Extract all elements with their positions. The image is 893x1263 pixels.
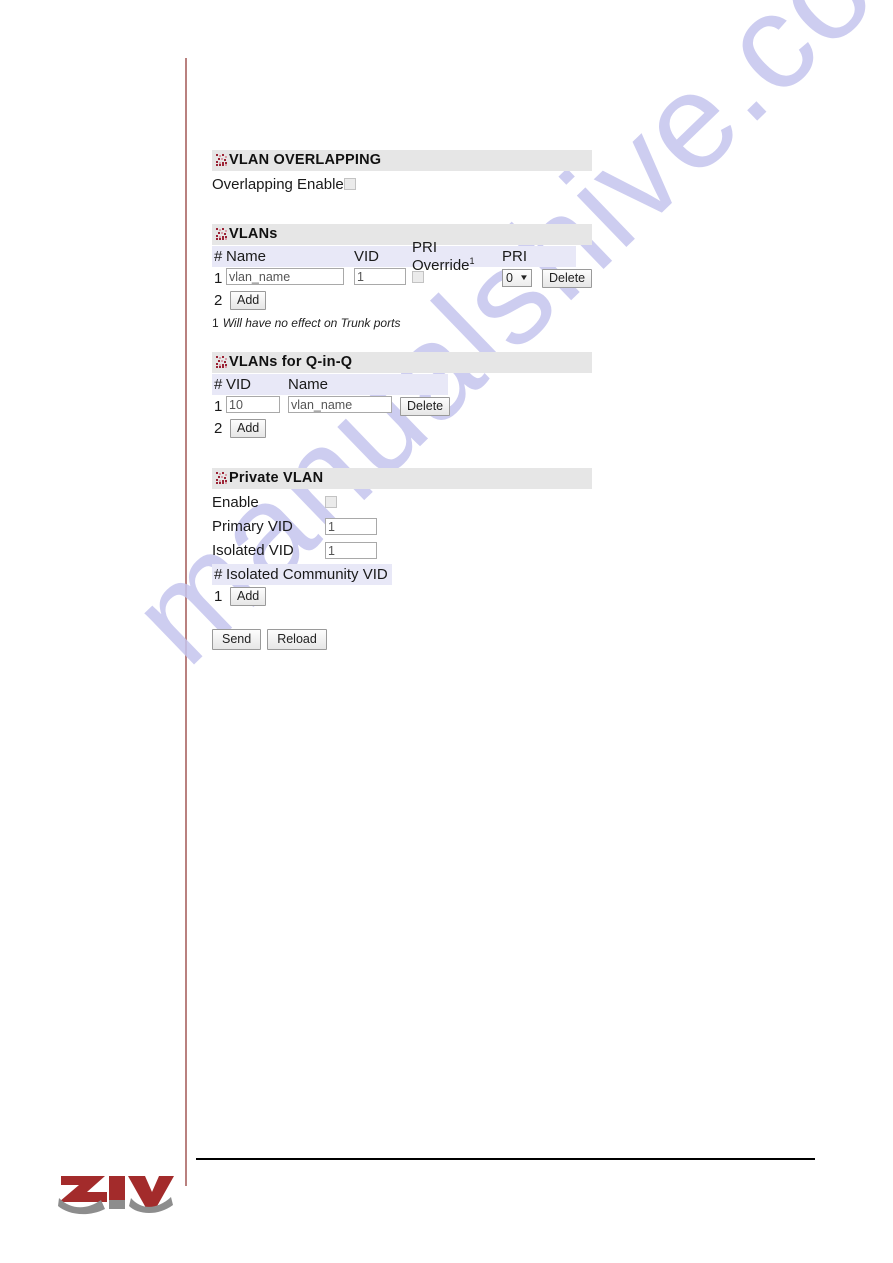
private-vlan-enable-checkbox[interactable] [325, 496, 337, 508]
overlapping-enable-row: Overlapping Enable [212, 173, 632, 195]
qinq-vid-input[interactable]: 10 [226, 395, 280, 413]
isolated-vid-label: Isolated VID [212, 541, 294, 559]
vlans-add-row: 2 Add [212, 289, 632, 311]
section-header-vlans: VLANs [212, 224, 592, 245]
qinq-add-button[interactable]: Add [230, 418, 267, 438]
section-title-vlans: VLANs [229, 226, 278, 242]
pixel-grid-icon [216, 356, 229, 369]
vlan-name-input[interactable]: vlan_name [226, 267, 344, 285]
column-header-index: # [214, 566, 223, 583]
vlan-vid-input[interactable]: 1 [354, 267, 406, 285]
qinq-name-input[interactable]: vlan_name [288, 395, 392, 413]
left-accent-rule [185, 58, 187, 1186]
column-header-pri-override-footnote-marker: 1 [469, 256, 475, 266]
ziv-logo [57, 1170, 175, 1216]
vlan-pri-override-cell [412, 270, 502, 287]
qinq-table-header: # VID Name [212, 374, 448, 395]
vlan-pri-cell: 0 ▼ [502, 269, 542, 288]
qinq-delete-button[interactable]: Delete [400, 396, 451, 416]
table-row: 1 vlan_name 1 0 ▼ Delete [212, 267, 632, 289]
vlan-vid-cell: 1 [354, 267, 412, 289]
table-row: 1 10 vlan_name Delete [212, 395, 632, 417]
vlan-pri-select-value: 0 [506, 270, 513, 285]
column-header-vid: VID [226, 376, 252, 393]
pixel-grid-icon [216, 472, 229, 485]
vlans-footnote-number: 1 [212, 316, 219, 330]
column-header-pri: PRI [502, 248, 528, 265]
vlans-table: # Name VID PRI Override1 PRI 1 vlan_name… [212, 239, 632, 311]
column-header-vid: VID [354, 248, 380, 265]
vlan-delete-button[interactable]: Delete [542, 268, 593, 288]
overlapping-enable-checkbox[interactable] [344, 178, 356, 190]
pixel-grid-icon [216, 154, 229, 167]
footer-divider [196, 1158, 815, 1160]
column-header-index: # [214, 376, 223, 393]
switch-web-ui: VLAN OVERLAPPING Overlapping Enable VLAN… [212, 150, 632, 650]
section-header-vlan-overlapping: VLAN OVERLAPPING [212, 150, 592, 171]
vlan-pri-select[interactable]: 0 ▼ [502, 269, 532, 288]
vlans-footnote: 1 Will have no effect on Trunk ports [212, 316, 632, 330]
section-title-private-vlan: Private VLAN [229, 470, 324, 486]
column-header-index: # [214, 248, 223, 265]
isolated-community-table: # Isolated Community VID 1 Add [212, 564, 632, 607]
section-header-qinq: VLANs for Q-in-Q [212, 352, 592, 373]
vlans-add-row-index: 2 [214, 291, 223, 309]
column-header-isolated-community-vid: Isolated Community VID [226, 566, 388, 583]
pixel-grid-icon [216, 228, 229, 241]
section-header-private-vlan: Private VLAN [212, 468, 592, 489]
vlans-footnote-text: Will have no effect on Trunk ports [222, 316, 401, 330]
primary-vid-row: Primary VID 1 [212, 515, 632, 537]
section-title-vlan-overlapping: VLAN OVERLAPPING [229, 152, 382, 168]
page-root: manualshive.com VLAN OVERLAPPING Overlap… [0, 0, 893, 1263]
vlan-name-cell: vlan_name [226, 267, 354, 289]
column-header-name: Name [288, 376, 329, 393]
form-actions: Send Reload [212, 629, 632, 650]
isolated-community-add-row-index: 1 [214, 587, 223, 605]
qinq-vid-cell: 10 [226, 395, 288, 417]
qinq-row-index: 1 [214, 397, 223, 415]
private-vlan-enable-label: Enable [212, 493, 259, 511]
send-button[interactable]: Send [212, 629, 262, 650]
isolated-community-table-header: # Isolated Community VID [212, 564, 392, 585]
qinq-name-cell: vlan_name [288, 395, 400, 417]
vlan-pri-override-checkbox[interactable] [412, 270, 424, 283]
qinq-table: # VID Name 1 10 vlan_name Delete 2 Add [212, 374, 632, 439]
overlapping-enable-label: Overlapping Enable [212, 175, 344, 193]
isolated-vid-row: Isolated VID 1 [212, 539, 632, 561]
column-header-name: Name [226, 248, 267, 265]
section-title-qinq: VLANs for Q-in-Q [229, 354, 353, 370]
primary-vid-input[interactable]: 1 [325, 517, 377, 535]
isolated-vid-input[interactable]: 1 [325, 541, 377, 559]
chevron-down-icon: ▼ [518, 273, 529, 283]
vlans-add-button[interactable]: Add [230, 290, 267, 310]
isolated-community-add-button[interactable]: Add [230, 586, 267, 606]
vlans-table-header: # Name VID PRI Override1 PRI [212, 239, 576, 274]
vlan-row-index: 1 [214, 269, 223, 287]
isolated-community-add-row: 1 Add [212, 585, 632, 607]
qinq-add-row-index: 2 [214, 419, 223, 437]
primary-vid-label: Primary VID [212, 517, 293, 535]
qinq-add-row: 2 Add [212, 417, 632, 439]
reload-button[interactable]: Reload [267, 629, 327, 650]
private-vlan-enable-row: Enable [212, 491, 632, 513]
